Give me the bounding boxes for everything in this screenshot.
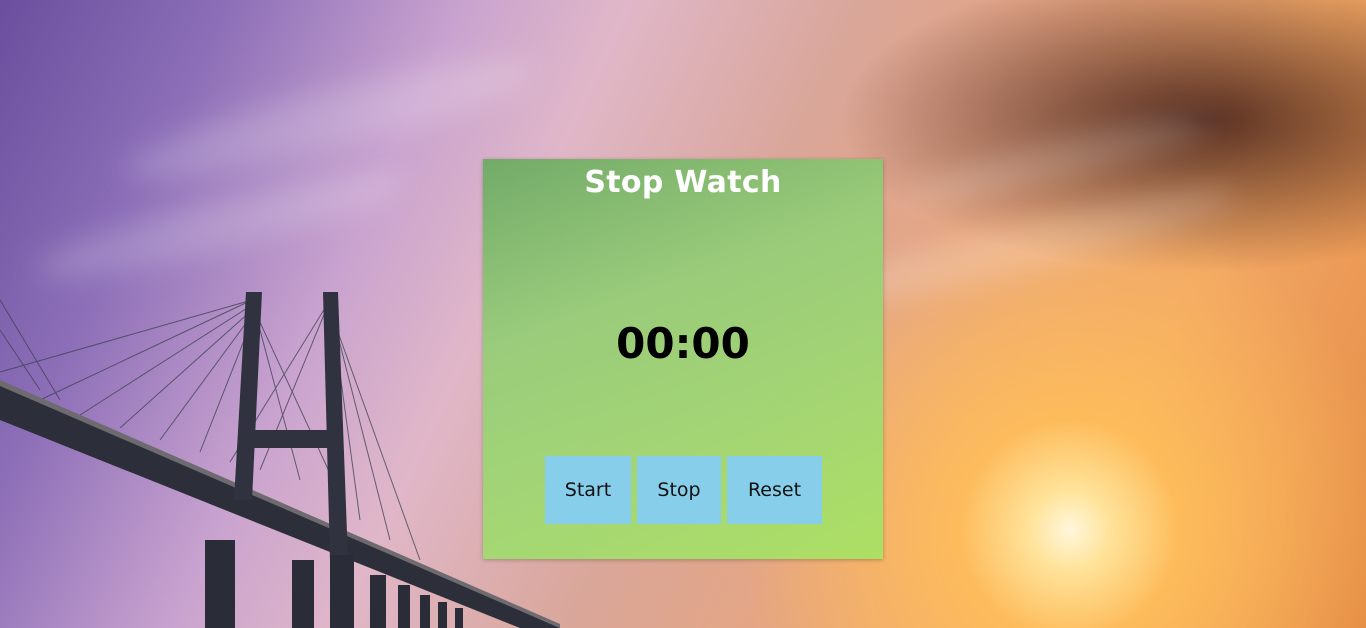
start-button[interactable]: Start [545, 456, 631, 524]
reset-button[interactable]: Reset [727, 456, 822, 524]
button-group: Start Stop Reset [545, 456, 822, 524]
stopwatch-card: Stop Watch 00:00 Start Stop Reset [483, 159, 883, 559]
time-display: 00:00 [616, 319, 750, 368]
stop-button[interactable]: Stop [637, 456, 721, 524]
app-title: Stop Watch [584, 165, 782, 200]
